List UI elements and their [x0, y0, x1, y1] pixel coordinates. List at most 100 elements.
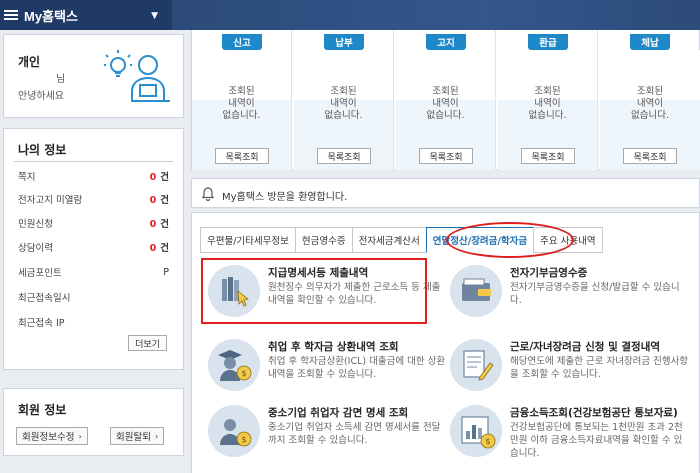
info-label: 최근접속 IP	[18, 318, 65, 329]
empty-message: 조회된 내역이 없습니다.	[294, 86, 393, 122]
item-title: 전자기부금영수증	[510, 267, 588, 279]
top-bar: My홈택스 ▼	[0, 0, 700, 30]
chevron-right-icon: ›	[78, 431, 82, 441]
user-name-suffix: 님	[56, 74, 66, 85]
item-title: 금융소득조회(건강보험공단 통보자료)	[510, 407, 678, 419]
svg-text:$: $	[241, 435, 246, 444]
svg-text:$: $	[485, 437, 490, 446]
status-cards-panel: 신고 조회된 내역이 없습니다. 목록조회 납부 조회된 내역이 없습니다. 목록조회 …	[191, 30, 700, 170]
info-count: 0	[149, 172, 157, 183]
empty-msg-line: 내역이	[534, 98, 561, 109]
tab-mail-tax-info[interactable]: 우편물/기타세무정보	[200, 227, 295, 253]
empty-message: 조회된 내역이 없습니다.	[396, 86, 495, 122]
item-sme-employee-reduction[interactable]: $ 중소기업 취업자 감면 명세 조회 중소기업 취업자 소득세 감면 명세서를…	[202, 401, 442, 467]
edit-member-button[interactable]: 회원정보수정 ›	[16, 427, 88, 445]
caret-down-icon[interactable]: ▼	[151, 11, 158, 21]
info-label: 세금포인트	[18, 268, 62, 279]
app-menu-dropdown[interactable]: My홈택스 ▼	[0, 0, 172, 30]
info-label: 쪽지	[18, 172, 36, 183]
empty-msg-line: 조회된	[228, 86, 255, 97]
info-row-civil-requests[interactable]: 민원신청 0건	[18, 212, 169, 234]
welcome-bar: My홈택스 방문을 환영합니다.	[191, 178, 700, 208]
bell-icon	[202, 187, 214, 201]
info-unit: 건	[160, 219, 169, 230]
info-row-messages[interactable]: 쪽지 0건	[18, 165, 169, 187]
greeting-text: 안녕하세요	[18, 91, 64, 102]
my-info-panel: 나의 정보 쪽지 0건 전자고지 미열람 0건 민원신청 0건 상담이력 0건 …	[3, 128, 184, 370]
list-view-button[interactable]: 목록조회	[623, 148, 677, 164]
item-description: 전자기부금영수증을 신청/발급할 수 있습니다.	[510, 282, 680, 306]
item-earned-income-incentive[interactable]: 근로/자녀장려금 신청 및 결정내역 해당연도에 제출한 근로 자녀장려금 진행…	[444, 335, 688, 401]
empty-msg-line: 없습니다.	[426, 110, 465, 121]
hamburger-icon[interactable]	[4, 10, 18, 20]
item-title: 근로/자녀장려금 신청 및 결정내역	[510, 341, 661, 353]
status-card-refund: 환급 조회된 내역이 없습니다. 목록조회	[498, 30, 598, 170]
info-count-wrap: 0건	[150, 192, 169, 206]
status-card-arrears: 체납 조회된 내역이 없습니다. 목록조회	[600, 30, 700, 170]
worker-coin-icon: $	[208, 405, 260, 457]
empty-msg-line: 조회된	[330, 86, 357, 97]
status-tag: 고지	[426, 34, 466, 50]
tab-e-tax-invoice[interactable]: 전자세금계산서	[351, 227, 426, 253]
empty-msg-line: 내역이	[432, 98, 459, 109]
info-points-value: P	[163, 266, 169, 278]
member-info-title: 회원 정보	[18, 403, 67, 417]
empty-msg-line: 없습니다.	[324, 110, 363, 121]
withdraw-button[interactable]: 회원탈퇴 ›	[110, 427, 165, 445]
highlight-box-annotation	[201, 258, 427, 324]
empty-msg-line: 조회된	[432, 86, 459, 97]
document-pen-icon	[450, 339, 502, 391]
graduate-coin-icon: $	[208, 339, 260, 391]
wallet-icon	[450, 265, 502, 317]
item-student-loan-repayment[interactable]: $ 취업 후 학자금 상환내역 조회 취업 후 학자금상환(ICL) 대출금에 …	[202, 335, 445, 401]
info-row-consult-history[interactable]: 상담이력 0건	[18, 236, 169, 258]
info-count: 0	[149, 219, 157, 230]
top-bar-stripe	[172, 0, 700, 30]
item-description: 중소기업 취업자 소득세 감면 명세서를 전달까지 조회할 수 있습니다.	[268, 422, 441, 446]
empty-msg-line: 없습니다.	[528, 110, 567, 121]
status-tag: 체납	[630, 34, 670, 50]
list-view-button[interactable]: 목록조회	[419, 148, 473, 164]
status-card-payment: 납부 조회된 내역이 없습니다. 목록조회	[294, 30, 394, 170]
item-financial-income-inquiry[interactable]: $ 금융소득조회(건강보험공단 통보자료) 건강보험공단에 통보되는 1천만원 …	[444, 401, 684, 467]
empty-msg-line: 없습니다.	[222, 110, 261, 121]
info-count-wrap: 0건	[150, 216, 169, 230]
status-tag: 납부	[324, 34, 364, 50]
status-card-report: 신고 조회된 내역이 없습니다. 목록조회	[192, 30, 292, 170]
tab-cash-receipt[interactable]: 현금영수증	[294, 227, 352, 253]
chevron-right-icon: ›	[154, 431, 159, 441]
list-view-button[interactable]: 목록조회	[317, 148, 371, 164]
highlight-ellipse-annotation	[446, 222, 574, 258]
divider	[14, 161, 173, 162]
item-description: 해당연도에 제출한 근로 자녀장려금 진행사항을 조회할 수 있습니다.	[510, 356, 689, 380]
empty-message: 조회된 내역이 없습니다.	[600, 86, 700, 122]
info-label: 민원신청	[18, 219, 53, 230]
item-description: 건강보험공단에 통보되는 1천만원 초과 2천만원 이하 금융소득자료내역을 확…	[510, 422, 683, 459]
svg-text:$: $	[241, 369, 246, 378]
status-tag: 환급	[528, 34, 568, 50]
item-description: 취업 후 학자금상환(ICL) 대출금에 대한 상환내역을 조회할 수 있습니다…	[268, 356, 446, 380]
item-title: 취업 후 학자금 상환내역 조회	[268, 341, 399, 353]
service-tabs-panel: 우편물/기타세무정보 현금영수증 전자세금계산서 연말정산/장려금/학자금 주요…	[191, 212, 700, 473]
my-info-title: 나의 정보	[18, 143, 67, 157]
item-e-donation-receipt[interactable]: 전자기부금영수증 전자기부금영수증을 신청/발급할 수 있습니다.	[444, 261, 684, 327]
empty-message: 조회된 내역이 없습니다.	[192, 86, 291, 122]
empty-msg-line: 조회된	[636, 86, 664, 97]
profile-panel: 개인 님 안녕하세요	[3, 34, 184, 118]
more-button[interactable]: 더보기	[128, 335, 167, 351]
info-unit: 건	[160, 195, 169, 206]
chart-report-icon: $	[450, 405, 502, 457]
info-row-last-login-ip: 최근접속 IP	[18, 311, 169, 333]
list-view-button[interactable]: 목록조회	[521, 148, 575, 164]
info-label: 전자고지 미열람	[18, 195, 83, 206]
info-unit: 건	[160, 172, 169, 183]
info-label: 상담이력	[18, 243, 53, 254]
empty-message: 조회된 내역이 없습니다.	[498, 86, 597, 122]
edit-member-label: 회원정보수정	[22, 432, 75, 443]
list-view-button[interactable]: 목록조회	[215, 148, 269, 164]
withdraw-label: 회원탈퇴	[116, 432, 151, 443]
info-row-last-login-time: 최근접속일시	[18, 286, 169, 308]
info-row-tax-points[interactable]: 세금포인트 P	[18, 261, 169, 283]
empty-msg-line: 내역이	[228, 98, 255, 109]
info-row-unread-notices[interactable]: 전자고지 미열람 0건	[18, 188, 169, 210]
